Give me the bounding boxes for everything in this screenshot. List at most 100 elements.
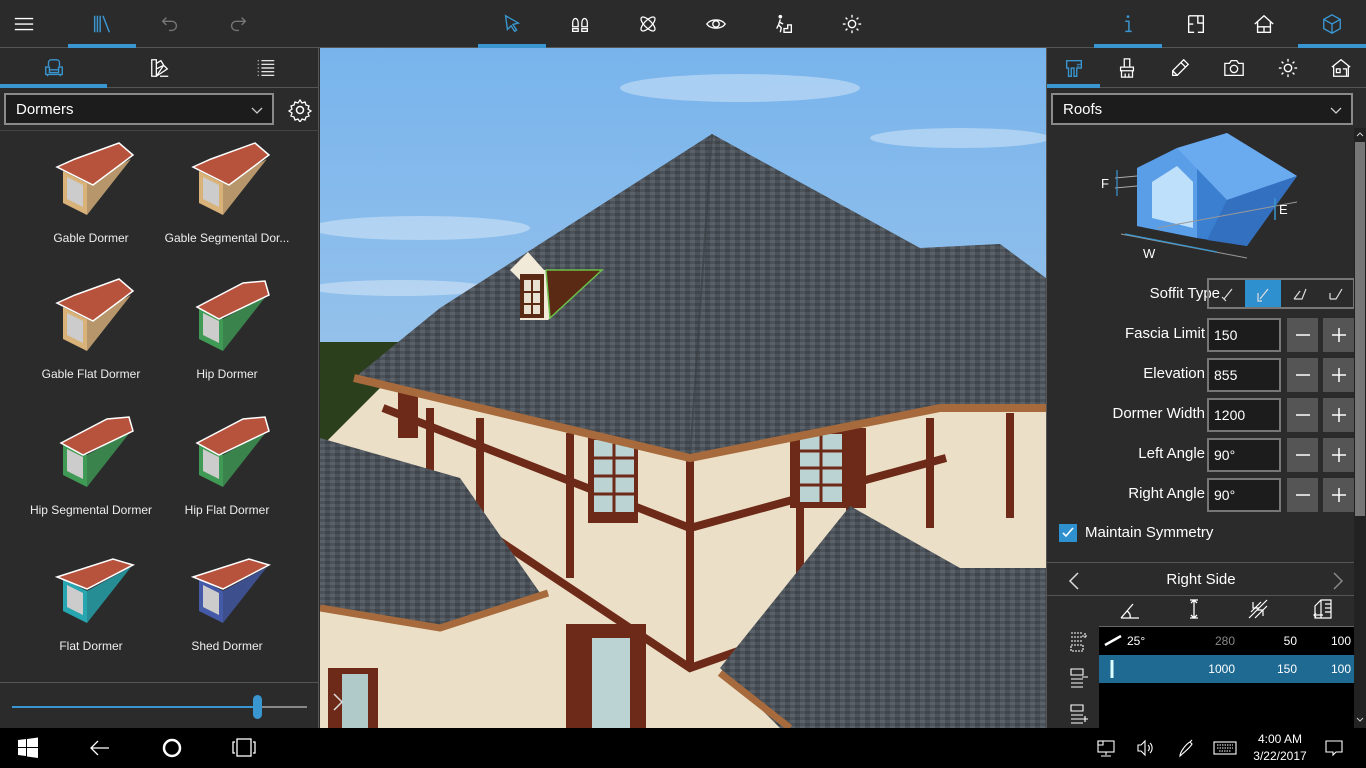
back-button[interactable] [88,736,112,760]
slider-thumb[interactable] [252,695,262,719]
3d-viewport[interactable] [320,48,1046,728]
scroll-down-icon[interactable] [1356,716,1364,724]
dormer-thumbnail [54,558,135,623]
scrollbar-thumb[interactable] [1355,142,1365,516]
soffit-type-1-icon [1221,288,1233,301]
category-dropdown[interactable]: Dormers [4,93,274,125]
stairs-walk-tool-button[interactable] [750,0,818,48]
soffit-option-3[interactable] [1281,280,1317,307]
tab-camera[interactable] [1207,48,1261,88]
dormer-thumbnail [59,416,134,487]
table-row[interactable]: 25° 280 50 100 [1099,627,1355,655]
maintain-symmetry-checkbox[interactable] [1059,524,1077,542]
view-tool-button[interactable] [682,0,750,48]
soffit-option-1[interactable] [1209,280,1245,307]
thumbnail-size-slider[interactable] [12,706,307,708]
cell-height: 1000 [1208,662,1235,676]
lighting-tool-button[interactable] [818,0,886,48]
catalog-item[interactable]: Shed Dormer [159,539,295,675]
action-center-button[interactable] [1322,736,1346,760]
hamburger-menu-icon [14,17,34,31]
next-side-chevron-icon[interactable] [1331,572,1345,590]
catalog-item[interactable]: Hip Segmental Dormer [23,403,159,539]
soffit-option-2[interactable] [1245,280,1281,307]
catalog-item[interactable]: Hip Flat Dormer [159,403,295,539]
dormer-width-input[interactable] [1207,398,1281,432]
eye-view-icon [706,19,726,29]
catalog-item[interactable]: Gable Dormer [23,131,159,267]
catalog-item-label: Gable Dormer [53,231,129,245]
catalog-item[interactable]: Hip Dormer [159,267,295,403]
redo-button[interactable] [204,0,272,48]
right-angle-increment-button[interactable] [1323,478,1354,512]
sun-icon [1278,58,1297,78]
tab-furniture[interactable] [0,48,107,88]
tab-materials[interactable] [107,48,213,88]
tab-materials-paint[interactable] [1100,48,1153,88]
catalog-item[interactable]: Gable Segmental Dor... [159,131,295,267]
insert-row-above-icon[interactable] [1069,630,1089,652]
table-row[interactable]: 1000 150 100 [1099,655,1355,683]
slider-fill [12,706,257,708]
fascia-limit-decrement-button[interactable] [1287,318,1318,352]
tab-dimensions[interactable] [1047,48,1100,88]
tab-building[interactable] [1314,48,1366,88]
start-button[interactable] [16,736,40,760]
house-view-button[interactable] [1230,0,1298,48]
elevation-input[interactable] [1207,358,1281,392]
undo-button[interactable] [136,0,204,48]
checkmark-icon [1062,527,1074,538]
task-view-icon [232,738,256,757]
notification-icon [1325,740,1343,757]
tab-edit[interactable] [1153,48,1207,88]
insert-row-below-icon[interactable] [1069,702,1089,724]
right-angle-input[interactable] [1207,478,1281,512]
dormer-width-increment-button[interactable] [1323,398,1354,432]
cortana-button[interactable] [160,736,184,760]
right-angle-decrement-button[interactable] [1287,478,1318,512]
scroll-up-icon[interactable] [1356,130,1364,138]
elevation-decrement-button[interactable] [1287,358,1318,392]
orbit-tool-button[interactable] [614,0,682,48]
select-tool-button[interactable] [478,0,546,48]
3d-view-button[interactable] [1298,0,1366,48]
dormer-thumbnail [190,558,271,623]
left-angle-input[interactable] [1207,438,1281,472]
library-icon [93,15,111,33]
left-angle-decrement-button[interactable] [1287,438,1318,472]
minus-icon [1295,414,1310,416]
elevation-increment-button[interactable] [1323,358,1354,392]
fascia-limit-increment-button[interactable] [1323,318,1354,352]
task-view-button[interactable] [232,736,256,760]
info-button[interactable] [1094,0,1162,48]
tab-lighting[interactable] [1261,48,1314,88]
soffit-option-4[interactable] [1317,280,1353,307]
category-dropdown-value: Dormers [16,100,74,118]
taskbar-clock[interactable]: 4:00 AM 3/22/2017 [1250,731,1310,765]
gear-icon[interactable] [288,98,312,122]
3d-scene[interactable] [320,48,1046,728]
pen-tray-button[interactable] [1174,736,1198,760]
tab-project-list[interactable] [213,48,319,88]
volume-tray-button[interactable] [1134,736,1158,760]
properties-scrollbar[interactable] [1354,128,1366,728]
delete-row-icon[interactable] [1069,666,1089,688]
network-tray-button[interactable] [1094,736,1118,760]
walk-tool-button[interactable] [546,0,614,48]
object-type-dropdown[interactable]: Roofs [1051,93,1353,125]
dormer-thumbnail [195,416,270,487]
catalog-item[interactable]: Flat Dormer [23,539,159,675]
floor-plan-button[interactable] [1162,0,1230,48]
touch-keyboard-tray-button[interactable] [1212,736,1238,760]
menu-button[interactable] [0,0,48,48]
network-icon [1097,740,1115,757]
catalog-item[interactable]: Gable Flat Dormer [23,267,159,403]
library-panel: Dormers Gable Dormer Gable Segmental Dor.… [0,48,319,728]
floor-plan-icon [1187,15,1205,33]
catalog-item-label: Gable Flat Dormer [41,367,141,381]
dormer-width-decrement-button[interactable] [1287,398,1318,432]
left-angle-row: Left Angle [1047,438,1355,472]
left-angle-increment-button[interactable] [1323,438,1354,472]
fascia-limit-input[interactable] [1207,318,1281,352]
library-button[interactable] [68,0,136,48]
